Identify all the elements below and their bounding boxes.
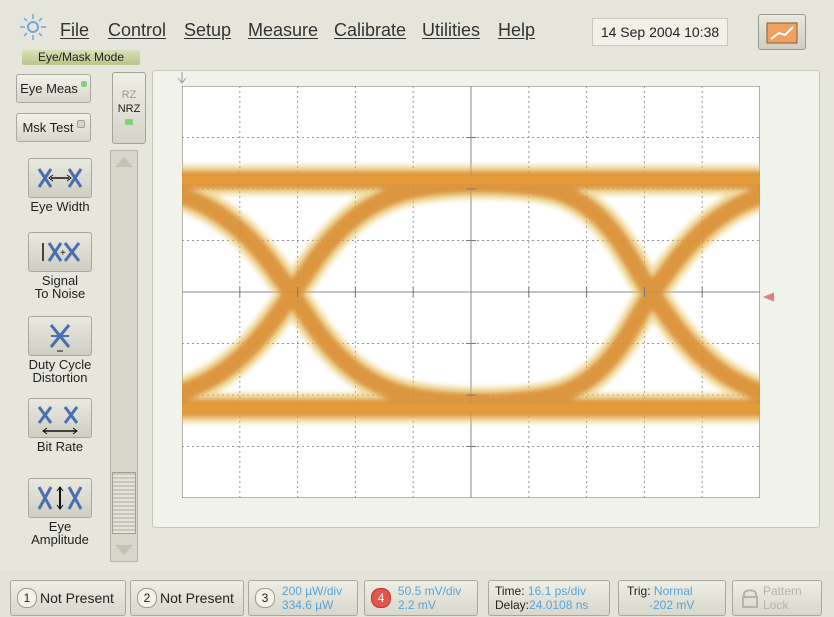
menu-control[interactable]: Control	[108, 20, 166, 41]
menu-measure[interactable]: Measure	[248, 20, 318, 41]
eye-width-tool[interactable]: Eye Width	[20, 158, 100, 213]
eye-amplitude-label: Eye Amplitude	[31, 519, 89, 547]
eye-amplitude-icon	[28, 478, 92, 518]
pattern-lock-button[interactable]: Pattern Lock	[732, 580, 822, 616]
menu-help[interactable]: Help	[498, 20, 535, 41]
scroll-up-icon[interactable]	[111, 153, 137, 171]
channel-2-status[interactable]: 2 Not Present	[130, 580, 244, 616]
channel-1-text: Not Present	[40, 590, 114, 606]
menu-calibrate[interactable]: Calibrate	[334, 20, 406, 41]
eye-amplitude-tool[interactable]: Eye Amplitude	[20, 478, 100, 546]
bit-rate-icon	[28, 398, 92, 438]
channel-1-status[interactable]: 1 Not Present	[10, 580, 126, 616]
rz-nrz-toggle[interactable]: RZ NRZ	[112, 72, 146, 144]
channel-4-number: 4	[371, 588, 391, 608]
pattern-lock-icon	[742, 589, 758, 608]
bit-rate-label: Bit Rate	[36, 439, 84, 454]
menu-file[interactable]: File	[60, 20, 89, 41]
trigger-status[interactable]: Trig: Normal -202 mV	[618, 580, 726, 616]
eye-meas-button[interactable]: Eye Meas	[16, 74, 91, 103]
duty-cycle-icon	[28, 316, 92, 356]
nrz-label: NRZ	[117, 103, 141, 115]
rz-label: RZ	[121, 89, 137, 101]
bit-rate-tool[interactable]: Bit Rate	[20, 398, 100, 453]
scroll-thumb[interactable]	[112, 472, 136, 534]
quick-measure-button[interactable]	[758, 14, 806, 50]
trigger-marker-icon	[177, 72, 187, 84]
svg-text:+: +	[60, 248, 66, 259]
instrument-icon	[766, 22, 798, 44]
time-value: 16.1 ps/div	[527, 584, 586, 598]
msk-test-button[interactable]: Msk Test	[16, 113, 91, 142]
channel-1-number: 1	[17, 588, 37, 608]
channel-3-status[interactable]: 3 200 µW/div 334.6 µW	[248, 580, 358, 616]
trig-mode: Normal	[653, 584, 693, 598]
signal-to-noise-label: Signal To Noise	[34, 273, 86, 301]
status-led-icon	[80, 81, 87, 87]
app-logo-icon	[20, 14, 46, 40]
eye-diagram-display[interactable]	[182, 86, 760, 498]
channel-4-status[interactable]: 4 50.5 mV/div 2.2 mV	[364, 580, 478, 616]
menu-utilities[interactable]: Utilities	[422, 20, 480, 41]
menu-bar: File Control Setup Measure Calibrate Uti…	[0, 0, 834, 50]
trig-label: Trig:	[627, 584, 651, 598]
mode-label: Eye/Mask Mode	[22, 50, 140, 65]
channel-level-marker-icon	[762, 292, 775, 302]
trig-level: -202 mV	[649, 598, 695, 612]
signal-to-noise-tool[interactable]: + Signal To Noise	[20, 232, 100, 300]
timebase-status[interactable]: Time: 16.1 ps/div Delay:24.0108 ns	[488, 580, 610, 616]
duty-cycle-label: Duty Cycle Distortion	[28, 357, 92, 385]
nrz-led-icon	[125, 119, 133, 125]
menu-setup[interactable]: Setup	[184, 20, 231, 41]
duty-cycle-tool[interactable]: Duty Cycle Distortion	[20, 316, 100, 384]
channel-4-scale: 50.5 mV/div	[397, 584, 462, 598]
eye-meas-label: Eye Meas	[20, 81, 78, 96]
date-time-display: 14 Sep 2004 10:38	[592, 18, 728, 46]
delay-label: Delay:	[495, 598, 530, 612]
eye-width-label: Eye Width	[30, 199, 90, 214]
msk-test-label: Msk Test	[22, 120, 74, 135]
scroll-down-icon[interactable]	[111, 541, 137, 559]
eye-width-icon	[28, 158, 92, 198]
delay-value: 24.0108 ns	[529, 598, 589, 612]
channel-2-text: Not Present	[160, 590, 234, 606]
pattern-lock-label: Pattern Lock	[763, 584, 802, 612]
channel-3-scale: 200 µW/div	[281, 584, 343, 598]
status-led-icon	[76, 120, 85, 128]
channel-3-number: 3	[255, 588, 275, 608]
channel-4-offset: 2.2 mV	[397, 598, 436, 612]
channel-3-offset: 334.6 µW	[281, 598, 334, 612]
signal-to-noise-icon: +	[28, 232, 92, 272]
time-label: Time:	[495, 584, 525, 598]
channel-2-number: 2	[137, 588, 157, 608]
